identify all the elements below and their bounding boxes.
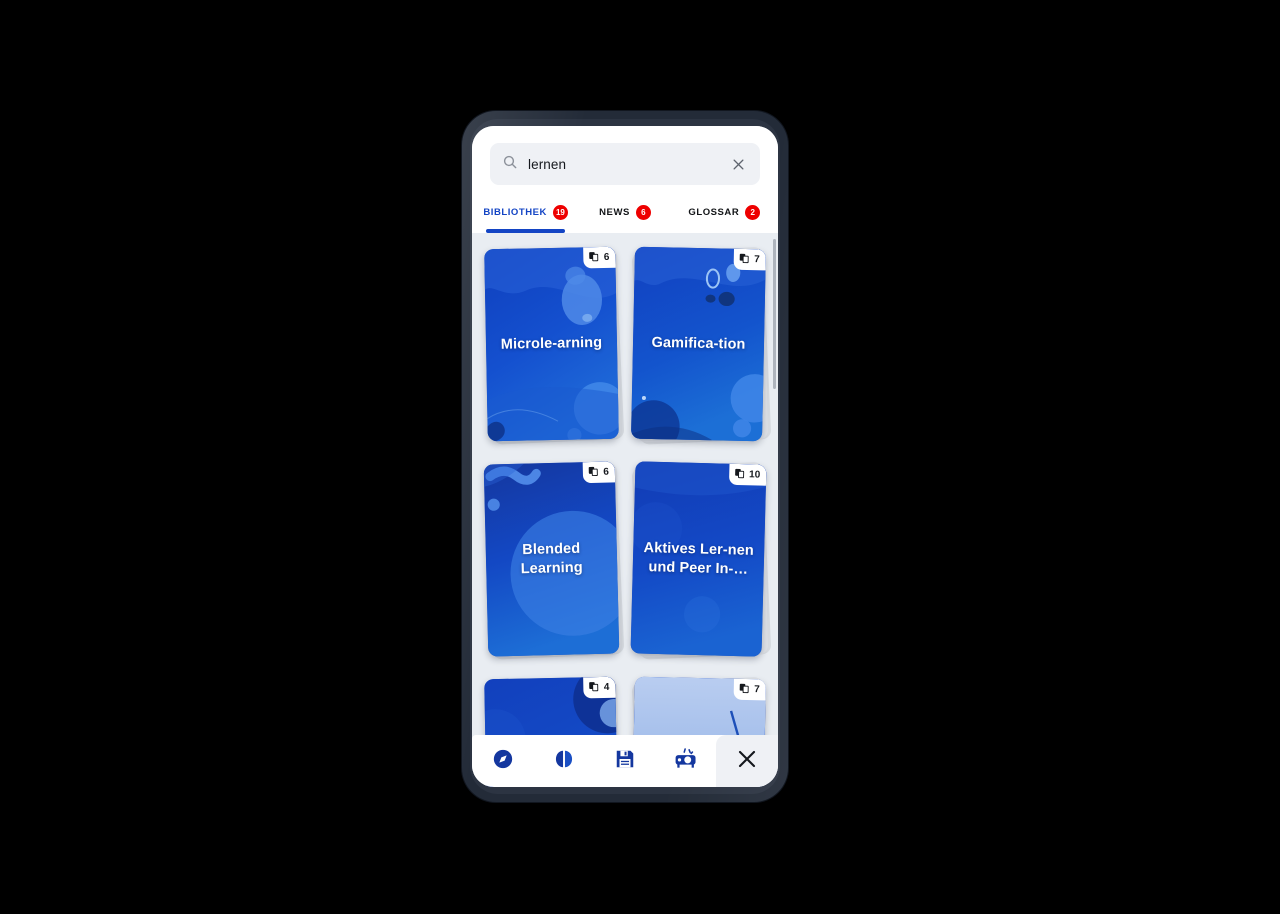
save-icon [614,748,636,775]
tab-news-badge: 6 [635,205,651,220]
scrollbar-thumb[interactable] [773,239,776,389]
card-stack-icon [739,680,750,698]
close-button[interactable] [716,735,778,787]
tab-news-label: NEWS [599,207,630,218]
card-count-badge: 6 [583,246,616,269]
search-bar[interactable] [490,143,760,185]
card-count: 6 [603,251,610,263]
phone-screen: BIBLIOTHEK 19 NEWS 6 GLOSSAR 2 [472,126,778,787]
card-count-badge: 6 [583,461,616,484]
tab-bibliothek-badge: 19 [552,205,568,220]
compass-icon [492,748,514,775]
card-title: Gamifica-tion [651,334,746,353]
card-count-badge: 7 [734,248,766,271]
search-input[interactable] [528,156,718,172]
card-stack-icon [589,249,600,267]
list-item[interactable]: Aktives Ler-nen und Peer In-… 10 [630,461,772,660]
card-stack-icon [734,465,745,483]
tab-bibliothek-label: BIBLIOTHEK [483,207,547,218]
list-item[interactable]: Blended Learning 6 [483,461,625,660]
search-section [472,126,778,185]
results-list[interactable]: Microle-arning 6 Gamifica-tion 7 Blended… [472,233,778,787]
card-count-badge: 4 [583,676,616,699]
card-stack-icon [589,679,600,697]
card-count: 6 [603,466,610,478]
brain-icon [553,748,575,775]
card-stack-icon [739,250,750,268]
tab-bar: BIBLIOTHEK 19 NEWS 6 GLOSSAR 2 [472,196,778,233]
deck-card[interactable]: Aktives Ler-nen und Peer In-… 10 [630,461,767,657]
tab-news[interactable]: NEWS 6 [575,196,674,229]
card-count: 10 [748,468,761,481]
card-count: 7 [754,683,760,695]
card-stack-icon [588,463,599,481]
tab-glossar-badge: 2 [745,205,761,220]
list-item[interactable]: Microle-arning 6 [484,246,625,445]
bottom-navigation [472,735,778,787]
tab-glossar-label: GLOSSAR [688,207,740,218]
search-icon [502,154,518,175]
close-icon [735,747,759,776]
card-count: 7 [754,253,760,265]
nav-item-present[interactable] [655,735,716,787]
tab-glossar[interactable]: GLOSSAR 2 [675,196,774,229]
deck-card[interactable]: Gamifica-tion 7 [631,246,766,442]
search-clear-button[interactable] [728,154,748,174]
card-count: 4 [603,681,610,693]
nav-item-discover[interactable] [472,735,533,787]
scrollbar[interactable] [773,233,776,787]
deck-card[interactable]: Microle-arning 6 [484,246,619,442]
list-item[interactable]: Gamifica-tion 7 [631,246,772,445]
card-grid: Microle-arning 6 Gamifica-tion 7 Blended… [483,246,772,787]
nav-item-saved[interactable] [594,735,655,787]
card-title: Aktives Ler-nen und Peer In-… [643,540,755,578]
tab-bibliothek[interactable]: BIBLIOTHEK 19 [476,196,575,233]
card-count-badge: 7 [734,678,766,701]
card-count-badge: 10 [728,463,767,486]
projector-icon [673,747,699,776]
card-title: Microle-arning [500,334,603,353]
deck-card[interactable]: Blended Learning 6 [483,461,620,657]
card-title: Blended Learning [520,540,583,577]
nav-item-knowledge[interactable] [533,735,594,787]
